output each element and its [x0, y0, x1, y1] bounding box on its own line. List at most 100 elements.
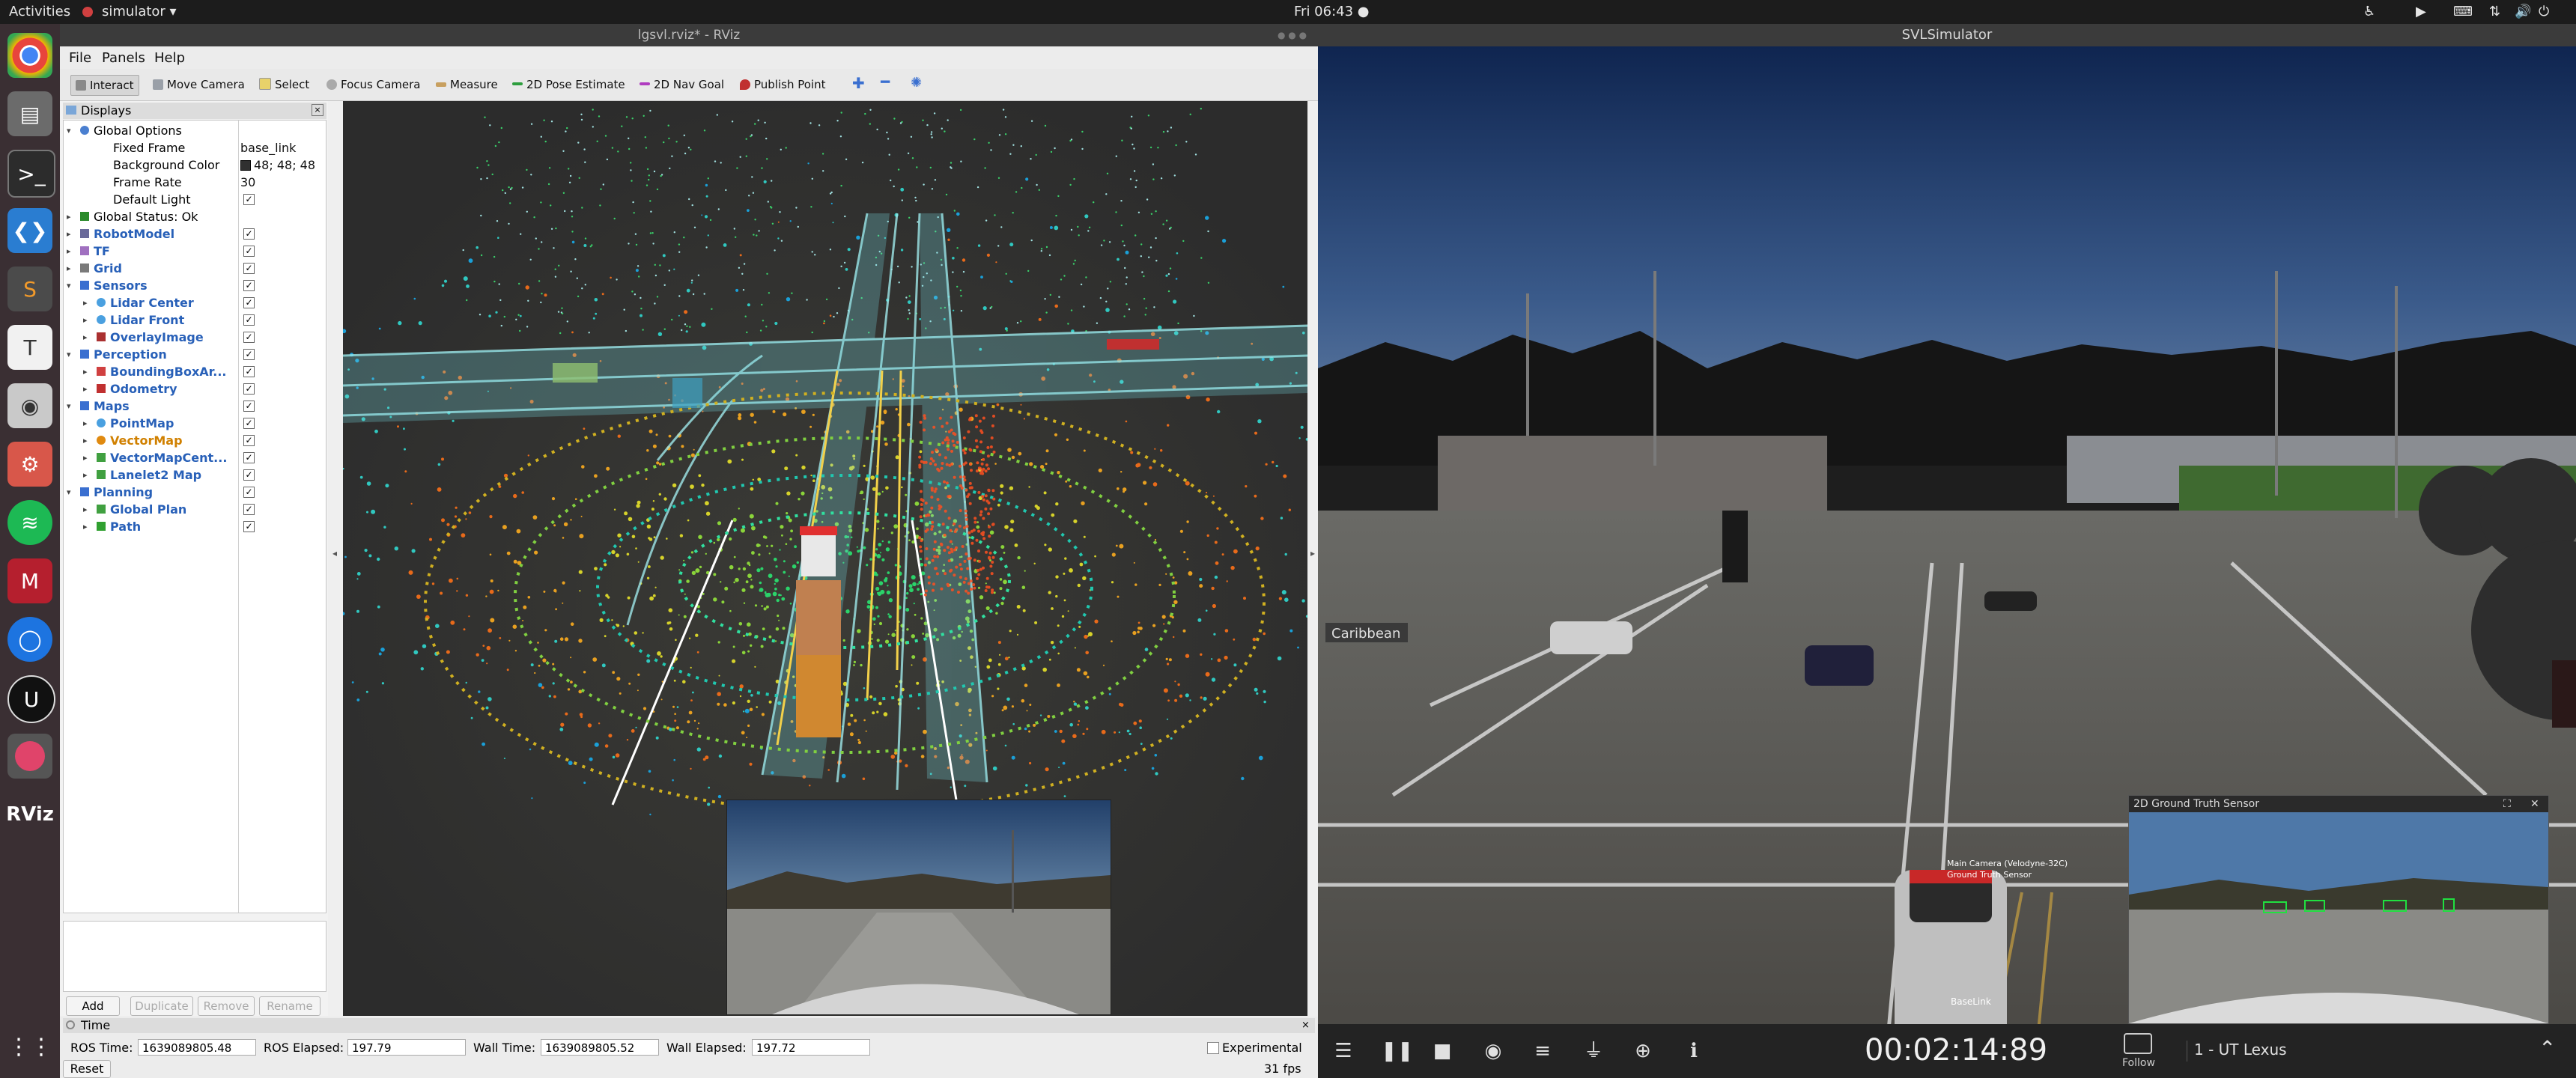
display-row-path[interactable]: ▸ Path ✓	[64, 518, 326, 535]
enable-checkbox[interactable]: ✓	[243, 504, 255, 515]
display-row-pointmap[interactable]: ▸ PointMap ✓	[64, 415, 326, 432]
ros-time-field[interactable]: 1639089805.48	[138, 1039, 256, 1056]
enable-checkbox[interactable]: ✓	[243, 349, 255, 360]
enable-checkbox[interactable]: ✓	[243, 401, 255, 412]
remove-tool-icon[interactable]: ━	[876, 72, 894, 91]
display-row-lidar-center[interactable]: ▸ Lidar Center ✓	[64, 294, 326, 311]
spotify-icon[interactable]: ≋	[7, 500, 52, 545]
panel-splitter-handle[interactable]: ◂	[332, 548, 337, 563]
duplicate-display-button[interactable]: Duplicate	[130, 996, 193, 1016]
expand-arrow-icon[interactable]: ▸	[83, 466, 88, 484]
rename-display-button[interactable]: Rename	[259, 996, 321, 1016]
display-value[interactable]: 48; 48; 48	[254, 156, 315, 174]
display-row-global-status-ok[interactable]: ▸ Global Status: Ok	[64, 208, 326, 225]
display-row-frame-rate[interactable]: Frame Rate 30	[64, 174, 326, 191]
expand-arrow-icon[interactable]: ▸	[83, 518, 88, 535]
tool-interact[interactable]: Interact	[70, 75, 139, 96]
chevron-up-icon[interactable]: ⌃	[2539, 1036, 2556, 1061]
expand-arrow-icon[interactable]: ▸	[83, 415, 88, 432]
remove-display-button[interactable]: Remove	[198, 996, 255, 1016]
app-menu[interactable]: simulator ▾	[102, 4, 177, 19]
enable-checkbox[interactable]: ✓	[243, 435, 255, 446]
display-row-perception[interactable]: ▾ Perception ✓	[64, 346, 326, 363]
enable-checkbox[interactable]: ✓	[243, 521, 255, 532]
typora-icon[interactable]: T	[7, 325, 52, 370]
display-row-grid[interactable]: ▸ Grid ✓	[64, 260, 326, 277]
expand-arrow-icon[interactable]: ▾	[67, 122, 71, 139]
terminal-icon[interactable]: >_	[7, 150, 55, 198]
enable-checkbox[interactable]: ✓	[243, 469, 255, 481]
add-display-button[interactable]: Add	[66, 996, 120, 1016]
tool-measure[interactable]: Measure	[431, 75, 502, 94]
color-swatch[interactable]	[240, 160, 251, 171]
plug-icon[interactable]: ⏚	[1582, 1039, 1606, 1063]
info-icon[interactable]: ℹ	[1682, 1039, 1706, 1063]
display-row-odometry[interactable]: ▸ Odometry ✓	[64, 380, 326, 398]
follow-camera-icon[interactable]	[2124, 1033, 2152, 1054]
enable-checkbox[interactable]: ✓	[243, 418, 255, 429]
enable-checkbox[interactable]: ✓	[243, 366, 255, 377]
expand-arrow-icon[interactable]: ▸	[67, 225, 71, 243]
menu-icon[interactable]: ☰	[1331, 1039, 1355, 1063]
rviz-3d-view[interactable]	[343, 101, 1307, 1016]
display-row-lanelet2-map[interactable]: ▸ Lanelet2 Map ✓	[64, 466, 326, 484]
vscode-icon[interactable]: ❮❯	[7, 208, 52, 253]
display-row-overlayimage[interactable]: ▸ OverlayImage ✓	[64, 329, 326, 346]
expand-arrow-icon[interactable]: ▸	[83, 432, 88, 449]
tool-move-camera[interactable]: Move Camera	[148, 75, 249, 94]
eye-icon[interactable]: ◉	[1481, 1039, 1505, 1063]
network-icon[interactable]: ⇅	[2489, 4, 2500, 19]
display-row-default-light[interactable]: Default Light ✓	[64, 191, 326, 208]
tool-properties-icon[interactable]: ✺	[906, 73, 926, 93]
expand-arrow-icon[interactable]: ▾	[67, 277, 71, 294]
display-row-tf[interactable]: ▸ TF ✓	[64, 243, 326, 260]
window-controls[interactable]: ● ● ●	[1278, 30, 1313, 40]
pause-icon[interactable]: ❚❚	[1381, 1039, 1414, 1063]
tool-select[interactable]: Select	[255, 75, 314, 94]
display-row-robotmodel[interactable]: ▸ RobotModel ✓	[64, 225, 326, 243]
display-row-fixed-frame[interactable]: Fixed Frame base_link	[64, 139, 326, 156]
display-row-sensors[interactable]: ▾ Sensors ✓	[64, 277, 326, 294]
enable-checkbox[interactable]: ✓	[243, 314, 255, 326]
enable-checkbox[interactable]: ✓	[243, 246, 255, 257]
enable-checkbox[interactable]: ✓	[243, 280, 255, 291]
expand-arrow-icon[interactable]: ▸	[83, 501, 88, 518]
expand-arrow-icon[interactable]: ▸	[67, 243, 71, 260]
enable-checkbox[interactable]: ✓	[243, 263, 255, 274]
display-row-boundingboxar[interactable]: ▸ BoundingBoxAr... ✓	[64, 363, 326, 380]
expand-arrow-icon[interactable]: ▸	[67, 260, 71, 277]
keyboard-icon[interactable]: ⌨	[2453, 4, 2473, 19]
gamepad-icon[interactable]: ⊕	[1631, 1039, 1655, 1063]
enable-checkbox[interactable]: ✓	[243, 332, 255, 343]
settings-icon[interactable]: ⚙	[7, 442, 52, 487]
power-icon[interactable]: ⏻	[2539, 4, 2549, 19]
menu-file[interactable]: File	[69, 50, 91, 66]
menu-panels[interactable]: Panels	[102, 50, 145, 66]
accessibility-icon[interactable]: ♿	[2363, 4, 2375, 19]
tool-focus-camera[interactable]: Focus Camera	[322, 75, 425, 94]
volume-icon[interactable]: 🔊	[2515, 4, 2531, 19]
display-row-vectormap[interactable]: ▸ VectorMap ✓	[64, 432, 326, 449]
expand-arrow-icon[interactable]: ▸	[83, 380, 88, 398]
right-splitter-handle[interactable]: ▸	[1310, 548, 1316, 563]
experimental-checkbox[interactable]	[1207, 1042, 1219, 1054]
reset-button[interactable]: Reset	[63, 1060, 111, 1078]
expand-icon[interactable]: ⛶	[2503, 796, 2511, 812]
enable-checkbox[interactable]: ✓	[243, 452, 255, 463]
mendeley-icon[interactable]: M	[7, 558, 52, 603]
expand-arrow-icon[interactable]: ▾	[67, 346, 71, 363]
stop-icon[interactable]: ■	[1430, 1039, 1454, 1063]
display-row-vectormapcent[interactable]: ▸ VectorMapCent... ✓	[64, 449, 326, 466]
expand-arrow-icon[interactable]: ▸	[83, 449, 88, 466]
add-tool-icon[interactable]: ✚	[848, 73, 869, 93]
screenshot-icon[interactable]: ◉	[7, 383, 52, 428]
expand-arrow-icon[interactable]: ▸	[67, 208, 71, 225]
enable-checkbox[interactable]: ✓	[243, 487, 255, 498]
sublime-icon[interactable]: S	[7, 267, 52, 311]
sliders-icon[interactable]: ≡	[1531, 1039, 1555, 1063]
expand-arrow-icon[interactable]: ▾	[67, 484, 71, 501]
display-row-planning[interactable]: ▾ Planning ✓	[64, 484, 326, 501]
svl-icon[interactable]	[7, 734, 52, 779]
close-panel-icon[interactable]: ×	[312, 104, 323, 116]
tool-publish-point[interactable]: Publish Point	[735, 75, 830, 94]
